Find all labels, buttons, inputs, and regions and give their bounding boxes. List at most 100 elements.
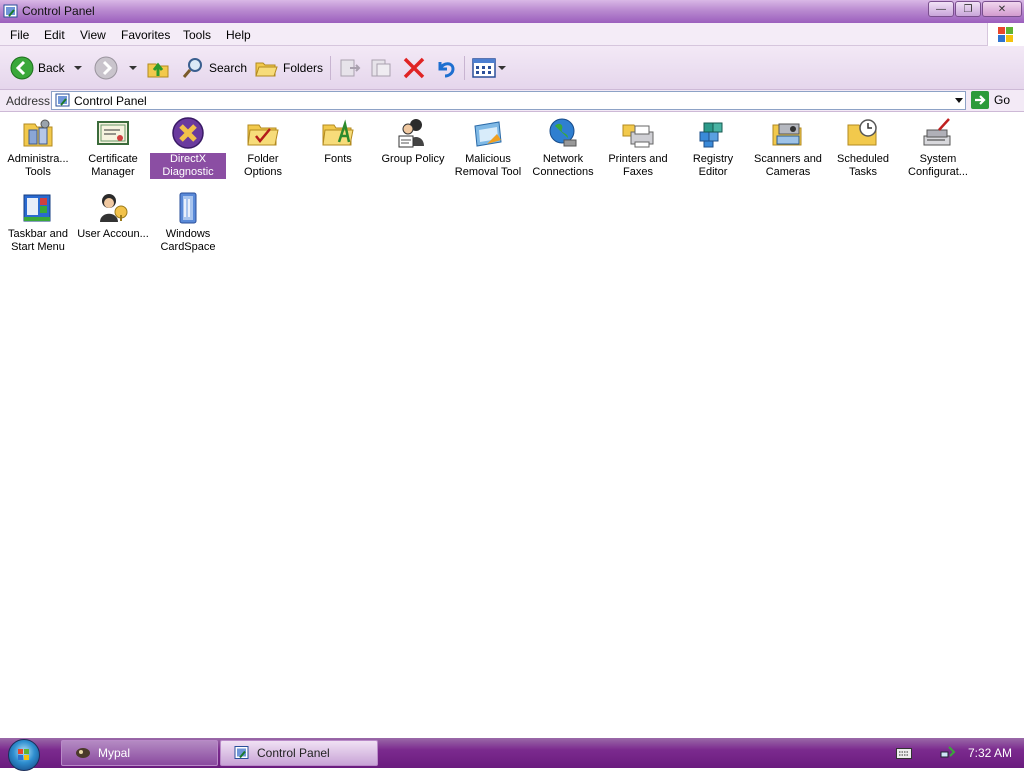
control-panel-items: Administra... Tools Certificate Manager … <box>0 112 1024 738</box>
task-label: Mypal <box>98 746 131 760</box>
control-panel-icon <box>55 93 70 107</box>
clock[interactable]: 7:32 AM <box>968 746 1012 760</box>
address-input[interactable]: Control Panel <box>51 91 966 110</box>
close-icon: ✕ <box>997 3 1007 15</box>
item-label: Registry Editor <box>692 153 734 178</box>
item-label: Scheduled Tasks <box>837 153 889 178</box>
folders-label: Folders <box>283 61 324 75</box>
item-group-policy[interactable]: Group Policy <box>375 116 451 166</box>
item-label: DirectX Diagnostic <box>150 153 226 179</box>
item-label: User Accoun... <box>77 228 149 240</box>
item-label: Taskbar and Start Menu <box>8 228 68 253</box>
address-value: Control Panel <box>74 94 147 108</box>
chevron-down-icon <box>74 66 82 70</box>
menu-bar: File Edit View Favorites Tools Help <box>0 23 1024 46</box>
taskbar-item-control-panel[interactable]: Control Panel <box>220 740 378 766</box>
certificate-icon <box>97 121 129 145</box>
taskbar-item-mypal[interactable]: Mypal <box>61 740 218 766</box>
close-button[interactable]: ✕ <box>982 1 1022 17</box>
restore-button[interactable]: ❐ <box>955 1 981 17</box>
fonts-icon <box>322 119 354 146</box>
title-bar: Control Panel — ❐ ✕ <box>0 0 1024 23</box>
chevron-down-icon <box>129 66 137 70</box>
printer-icon <box>622 124 654 148</box>
undo-button[interactable] <box>434 56 458 80</box>
move-to-icon <box>340 59 361 77</box>
menu-edit[interactable]: Edit <box>44 28 65 42</box>
minimize-button[interactable]: — <box>928 1 954 17</box>
item-certificate-manager[interactable]: Certificate Manager <box>75 116 151 179</box>
window-title: Control Panel <box>22 4 95 18</box>
forward-button[interactable] <box>94 56 118 80</box>
item-taskbar-and-start-menu[interactable]: Taskbar and Start Menu <box>0 191 76 254</box>
item-windows-cardspace[interactable]: Windows CardSpace <box>150 191 226 254</box>
network-icon <box>549 118 577 147</box>
delete-x-icon <box>403 57 425 79</box>
taskbar-icon <box>23 194 51 222</box>
scheduled-tasks-icon <box>847 119 877 146</box>
up-button[interactable] <box>146 56 170 80</box>
keyboard-icon[interactable] <box>896 748 912 759</box>
back-button[interactable]: Back <box>10 56 65 80</box>
menu-file[interactable]: File <box>10 28 29 42</box>
back-label: Back <box>38 61 65 75</box>
item-label: Network Connections <box>532 153 594 178</box>
user-accounts-icon <box>100 194 128 222</box>
search-button[interactable]: Search <box>181 56 247 80</box>
item-registry-editor[interactable]: Registry Editor <box>675 116 751 179</box>
toolbar-separator <box>464 56 465 80</box>
address-bar: Address Control Panel Go <box>0 90 1024 112</box>
scanner-icon <box>772 123 802 146</box>
delete-button[interactable] <box>402 56 426 80</box>
control-panel-icon <box>234 746 249 759</box>
item-user-accounts[interactable]: User Accoun... <box>75 191 151 241</box>
move-to-button[interactable] <box>338 56 362 80</box>
item-fonts[interactable]: Fonts <box>300 116 376 166</box>
taskbar: Mypal Control Panel 7:32 AM <box>0 738 1024 771</box>
network-tray-icon[interactable] <box>940 744 956 760</box>
forward-dropdown[interactable] <box>129 66 137 70</box>
item-malicious-removal-tool[interactable]: Malicious Removal Tool <box>450 116 526 179</box>
item-folder-options[interactable]: Folder Options <box>225 116 301 179</box>
folders-button[interactable]: Folders <box>255 56 323 80</box>
chevron-down-icon[interactable] <box>955 98 963 103</box>
copy-to-icon <box>371 59 391 77</box>
item-label: Certificate Manager <box>88 153 138 178</box>
toolbar: Back Search Folders <box>0 46 1024 90</box>
menu-view[interactable]: View <box>80 28 106 42</box>
menu-help[interactable]: Help <box>226 28 251 42</box>
cardspace-icon <box>179 192 197 224</box>
item-directx-diagnostic[interactable]: DirectX Diagnostic <box>150 116 226 179</box>
restore-icon: ❐ <box>963 3 973 15</box>
registry-icon <box>699 122 723 148</box>
item-label: Folder Options <box>244 153 282 178</box>
item-scheduled-tasks[interactable]: Scheduled Tasks <box>825 116 901 179</box>
go-button[interactable]: Go <box>971 91 1010 109</box>
copy-to-button[interactable] <box>369 56 393 80</box>
item-label: Fonts <box>324 153 352 165</box>
windows-flag-icon <box>998 27 1013 42</box>
item-label: Administra... Tools <box>7 153 69 178</box>
folders-icon <box>255 62 278 77</box>
item-label: Scanners and Cameras <box>754 153 822 178</box>
item-label: Printers and Faxes <box>608 153 668 178</box>
undo-icon <box>438 62 455 78</box>
views-button[interactable] <box>472 56 506 80</box>
item-administrative-tools[interactable]: Administra... Tools <box>0 116 76 179</box>
menu-tools[interactable]: Tools <box>183 28 211 42</box>
item-printers-and-faxes[interactable]: Printers and Faxes <box>600 116 676 179</box>
views-icon <box>472 58 496 78</box>
start-button[interactable] <box>8 739 40 771</box>
search-label: Search <box>209 61 248 75</box>
back-dropdown[interactable] <box>74 66 82 70</box>
windows-logo <box>987 23 1024 46</box>
minimize-icon: — <box>936 3 946 15</box>
item-scanners-and-cameras[interactable]: Scanners and Cameras <box>750 116 826 179</box>
group-policy-icon <box>398 119 424 148</box>
item-system-configuration[interactable]: System Configurat... <box>900 116 976 179</box>
malicious-removal-icon <box>474 121 502 147</box>
menu-favorites[interactable]: Favorites <box>121 28 170 42</box>
item-network-connections[interactable]: Network Connections <box>525 116 601 179</box>
go-arrow-icon <box>971 91 989 109</box>
back-arrow-icon <box>10 56 34 80</box>
